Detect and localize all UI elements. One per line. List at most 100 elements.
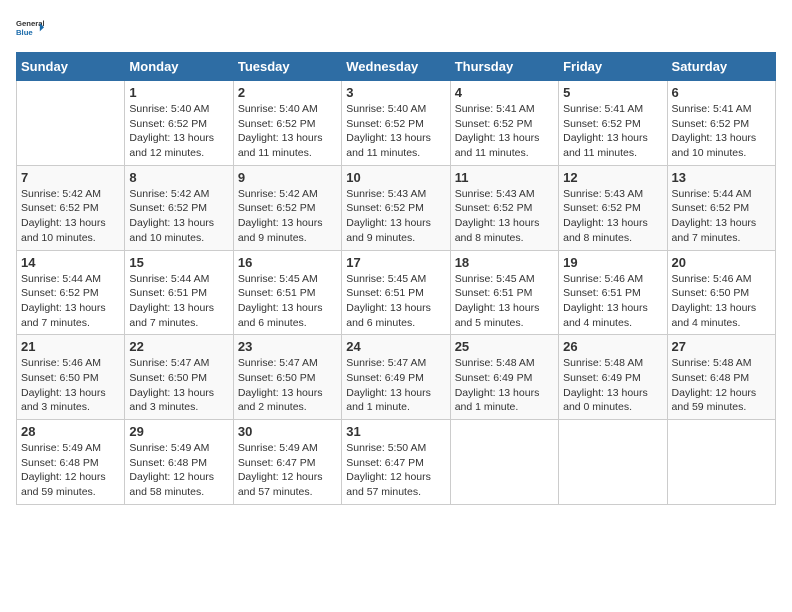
day-info: Sunrise: 5:43 AM Sunset: 6:52 PM Dayligh…	[346, 187, 445, 246]
calendar-cell: 11 Sunrise: 5:43 AM Sunset: 6:52 PM Dayli…	[450, 165, 558, 250]
day-info: Sunrise: 5:44 AM Sunset: 6:52 PM Dayligh…	[672, 187, 771, 246]
calendar-cell: 17 Sunrise: 5:45 AM Sunset: 6:51 PM Dayli…	[342, 250, 450, 335]
day-number: 22	[129, 339, 228, 354]
calendar-cell: 10 Sunrise: 5:43 AM Sunset: 6:52 PM Dayli…	[342, 165, 450, 250]
day-info: Sunrise: 5:44 AM Sunset: 6:51 PM Dayligh…	[129, 272, 228, 331]
calendar-cell	[450, 420, 558, 505]
day-of-week-header: Monday	[125, 53, 233, 81]
day-number: 17	[346, 255, 445, 270]
day-number: 5	[563, 85, 662, 100]
calendar-cell: 7 Sunrise: 5:42 AM Sunset: 6:52 PM Daylig…	[17, 165, 125, 250]
calendar-cell: 15Sunrise: 5:44 AM Sunset: 6:51 PM Dayli…	[125, 250, 233, 335]
day-info: Sunrise: 5:42 AM Sunset: 6:52 PM Dayligh…	[21, 187, 120, 246]
day-number: 27	[672, 339, 771, 354]
day-number: 25	[455, 339, 554, 354]
day-info: Sunrise: 5:49 AM Sunset: 6:48 PM Dayligh…	[129, 441, 228, 500]
calendar-cell: 24 Sunrise: 5:47 AM Sunset: 6:49 PM Dayli…	[342, 335, 450, 420]
calendar-cell: 2 Sunrise: 5:40 AM Sunset: 6:52 PM Daylig…	[233, 81, 341, 166]
day-number: 14	[21, 255, 120, 270]
calendar-cell: 16 Sunrise: 5:45 AM Sunset: 6:51 PM Dayli…	[233, 250, 341, 335]
day-info: Sunrise: 5:48 AM Sunset: 6:49 PM Dayligh…	[455, 356, 554, 415]
day-of-week-header: Thursday	[450, 53, 558, 81]
day-info: Sunrise: 5:45 AM Sunset: 6:51 PM Dayligh…	[455, 272, 554, 331]
day-info: Sunrise: 5:47 AM Sunset: 6:50 PM Dayligh…	[238, 356, 337, 415]
calendar-week-row: 21 Sunrise: 5:46 AM Sunset: 6:50 PM Dayli…	[17, 335, 776, 420]
day-number: 31	[346, 424, 445, 439]
day-number: 26	[563, 339, 662, 354]
day-info: Sunrise: 5:41 AM Sunset: 6:52 PM Dayligh…	[563, 102, 662, 161]
svg-text:Blue: Blue	[16, 28, 33, 37]
day-of-week-header: Tuesday	[233, 53, 341, 81]
day-info: Sunrise: 5:47 AM Sunset: 6:49 PM Dayligh…	[346, 356, 445, 415]
day-number: 12	[563, 170, 662, 185]
day-number: 11	[455, 170, 554, 185]
calendar-table: SundayMondayTuesdayWednesdayThursdayFrid…	[16, 52, 776, 505]
day-info: Sunrise: 5:41 AM Sunset: 6:52 PM Dayligh…	[672, 102, 771, 161]
day-of-week-header: Saturday	[667, 53, 775, 81]
day-number: 4	[455, 85, 554, 100]
day-number: 24	[346, 339, 445, 354]
calendar-cell: 1Sunrise: 5:40 AM Sunset: 6:52 PM Daylig…	[125, 81, 233, 166]
day-info: Sunrise: 5:43 AM Sunset: 6:52 PM Dayligh…	[455, 187, 554, 246]
calendar-week-row: 14 Sunrise: 5:44 AM Sunset: 6:52 PM Dayli…	[17, 250, 776, 335]
calendar-cell: 21 Sunrise: 5:46 AM Sunset: 6:50 PM Dayli…	[17, 335, 125, 420]
calendar-cell	[559, 420, 667, 505]
day-info: Sunrise: 5:47 AM Sunset: 6:50 PM Dayligh…	[129, 356, 228, 415]
day-info: Sunrise: 5:49 AM Sunset: 6:47 PM Dayligh…	[238, 441, 337, 500]
day-info: Sunrise: 5:42 AM Sunset: 6:52 PM Dayligh…	[238, 187, 337, 246]
day-info: Sunrise: 5:48 AM Sunset: 6:49 PM Dayligh…	[563, 356, 662, 415]
calendar-cell: 14 Sunrise: 5:44 AM Sunset: 6:52 PM Dayli…	[17, 250, 125, 335]
day-of-week-header: Friday	[559, 53, 667, 81]
day-number: 28	[21, 424, 120, 439]
calendar-cell	[667, 420, 775, 505]
calendar-cell: 25 Sunrise: 5:48 AM Sunset: 6:49 PM Dayli…	[450, 335, 558, 420]
day-number: 21	[21, 339, 120, 354]
day-number: 8	[129, 170, 228, 185]
day-number: 2	[238, 85, 337, 100]
day-number: 13	[672, 170, 771, 185]
day-info: Sunrise: 5:41 AM Sunset: 6:52 PM Dayligh…	[455, 102, 554, 161]
day-number: 7	[21, 170, 120, 185]
day-number: 20	[672, 255, 771, 270]
calendar-cell: 31Sunrise: 5:50 AM Sunset: 6:47 PM Dayli…	[342, 420, 450, 505]
calendar-cell: 12 Sunrise: 5:43 AM Sunset: 6:52 PM Dayli…	[559, 165, 667, 250]
calendar-cell: 20 Sunrise: 5:46 AM Sunset: 6:50 PM Dayli…	[667, 250, 775, 335]
day-info: Sunrise: 5:40 AM Sunset: 6:52 PM Dayligh…	[346, 102, 445, 161]
day-info: Sunrise: 5:40 AM Sunset: 6:52 PM Dayligh…	[238, 102, 337, 161]
day-number: 10	[346, 170, 445, 185]
calendar-cell: 9 Sunrise: 5:42 AM Sunset: 6:52 PM Daylig…	[233, 165, 341, 250]
calendar-cell: 30Sunrise: 5:49 AM Sunset: 6:47 PM Dayli…	[233, 420, 341, 505]
calendar-header-row: SundayMondayTuesdayWednesdayThursdayFrid…	[17, 53, 776, 81]
calendar-cell: 4 Sunrise: 5:41 AM Sunset: 6:52 PM Daylig…	[450, 81, 558, 166]
day-info: Sunrise: 5:46 AM Sunset: 6:50 PM Dayligh…	[21, 356, 120, 415]
day-info: Sunrise: 5:45 AM Sunset: 6:51 PM Dayligh…	[346, 272, 445, 331]
day-info: Sunrise: 5:46 AM Sunset: 6:51 PM Dayligh…	[563, 272, 662, 331]
day-info: Sunrise: 5:45 AM Sunset: 6:51 PM Dayligh…	[238, 272, 337, 331]
calendar-cell	[17, 81, 125, 166]
day-info: Sunrise: 5:40 AM Sunset: 6:52 PM Dayligh…	[129, 102, 228, 161]
calendar-cell: 23Sunrise: 5:47 AM Sunset: 6:50 PM Dayli…	[233, 335, 341, 420]
day-number: 3	[346, 85, 445, 100]
day-number: 16	[238, 255, 337, 270]
day-number: 9	[238, 170, 337, 185]
calendar-cell: 22 Sunrise: 5:47 AM Sunset: 6:50 PM Dayli…	[125, 335, 233, 420]
logo: General Blue	[16, 16, 44, 44]
day-info: Sunrise: 5:49 AM Sunset: 6:48 PM Dayligh…	[21, 441, 120, 500]
calendar-week-row: 28 Sunrise: 5:49 AM Sunset: 6:48 PM Dayli…	[17, 420, 776, 505]
day-number: 18	[455, 255, 554, 270]
calendar-cell: 29Sunrise: 5:49 AM Sunset: 6:48 PM Dayli…	[125, 420, 233, 505]
calendar-cell: 19Sunrise: 5:46 AM Sunset: 6:51 PM Dayli…	[559, 250, 667, 335]
calendar-cell: 27 Sunrise: 5:48 AM Sunset: 6:48 PM Dayli…	[667, 335, 775, 420]
day-of-week-header: Sunday	[17, 53, 125, 81]
calendar-cell: 13 Sunrise: 5:44 AM Sunset: 6:52 PM Dayli…	[667, 165, 775, 250]
calendar-body: 1Sunrise: 5:40 AM Sunset: 6:52 PM Daylig…	[17, 81, 776, 505]
day-info: Sunrise: 5:43 AM Sunset: 6:52 PM Dayligh…	[563, 187, 662, 246]
calendar-week-row: 1Sunrise: 5:40 AM Sunset: 6:52 PM Daylig…	[17, 81, 776, 166]
day-number: 6	[672, 85, 771, 100]
day-info: Sunrise: 5:46 AM Sunset: 6:50 PM Dayligh…	[672, 272, 771, 331]
day-info: Sunrise: 5:48 AM Sunset: 6:48 PM Dayligh…	[672, 356, 771, 415]
day-info: Sunrise: 5:44 AM Sunset: 6:52 PM Dayligh…	[21, 272, 120, 331]
day-of-week-header: Wednesday	[342, 53, 450, 81]
calendar-cell: 18 Sunrise: 5:45 AM Sunset: 6:51 PM Dayli…	[450, 250, 558, 335]
logo-icon: General Blue	[16, 16, 44, 44]
